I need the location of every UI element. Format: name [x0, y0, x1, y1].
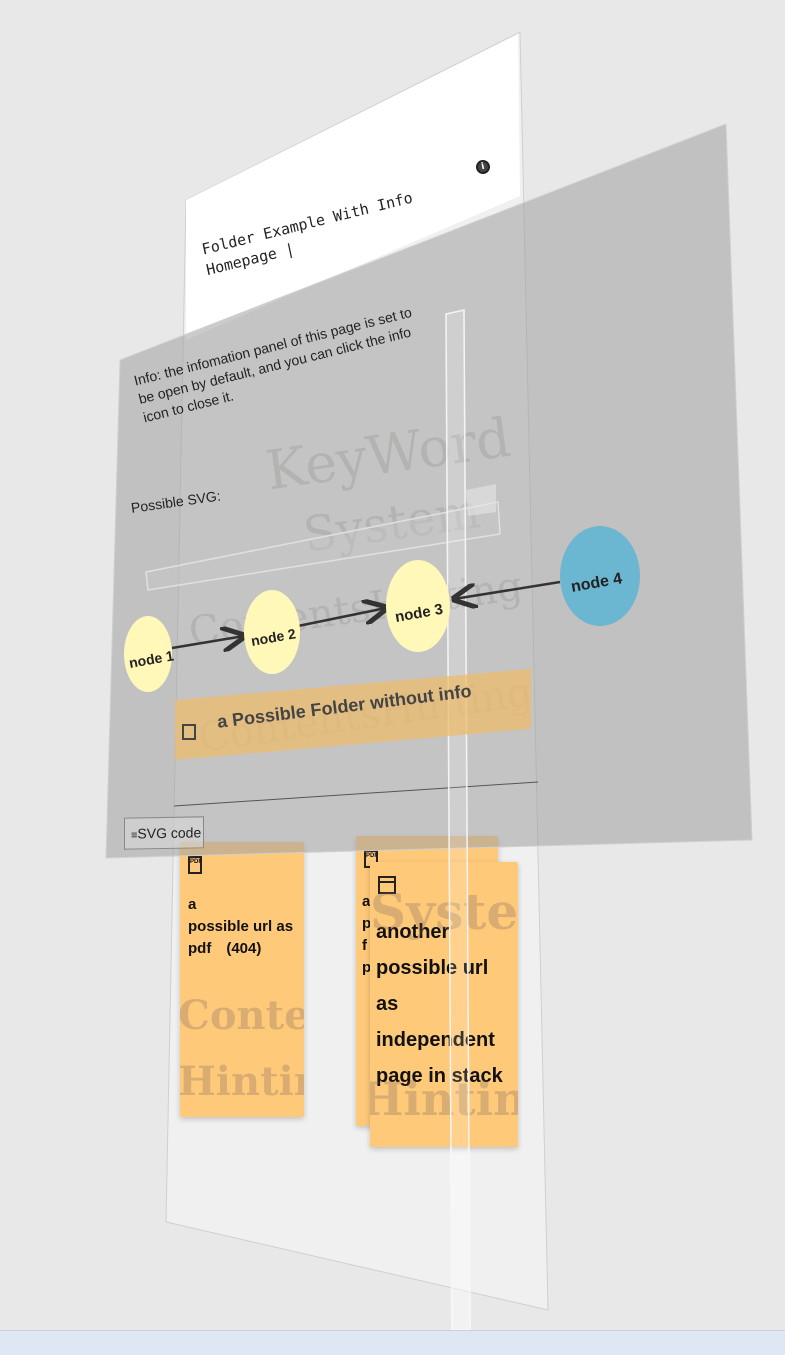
status-bar: [0, 1330, 785, 1355]
node-diagram: node 1 node 2 node 3 node 4: [124, 526, 640, 692]
svg-code-button[interactable]: ≡SVG code: [124, 816, 204, 850]
edge-4-3: [454, 580, 561, 599]
edge-2-3: [297, 608, 386, 628]
edge-1-2: [171, 636, 244, 648]
perspective-stage: Folder Example With Info Homepage | i Ke…: [0, 0, 785, 1330]
